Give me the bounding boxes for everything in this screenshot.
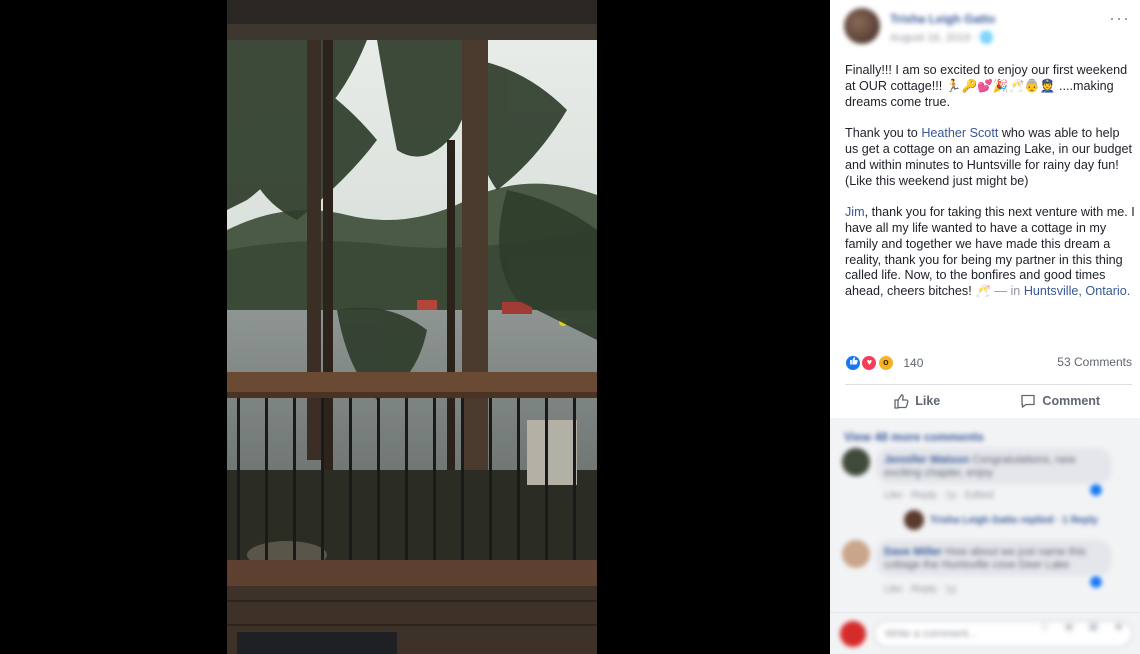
author-avatar[interactable] <box>844 8 880 44</box>
paragraph-text: Thank you to <box>845 126 922 141</box>
post-actions: Like Comment <box>845 384 1132 416</box>
mention-jim[interactable]: Jim <box>845 205 865 219</box>
mention-heather-scott[interactable]: Heather Scott <box>921 126 998 140</box>
comment-like-badge-icon[interactable] <box>1088 574 1104 590</box>
post-paragraph-3: Jim, thank you for taking this next vent… <box>845 205 1135 300</box>
like-icon[interactable] <box>845 354 861 371</box>
reactions-bar: ♥ o 140 53 Comments <box>845 354 1132 372</box>
like-button[interactable]: Like <box>845 385 989 416</box>
more-options-icon[interactable]: ··· <box>1109 8 1130 29</box>
comments-count[interactable]: 53 Comments <box>1057 355 1132 369</box>
comment-label: Comment <box>1042 393 1101 408</box>
commenter-name[interactable]: Dave Miller <box>884 546 942 558</box>
commenter-avatar[interactable] <box>842 448 870 476</box>
comment-text: Dave Miller How about we just name this … <box>884 546 1106 572</box>
comment-text: Jennifer Watson Congratulations, new exc… <box>884 454 1106 480</box>
author-name[interactable]: Trisha Leigh Gatto <box>890 12 995 26</box>
post-text: Finally!!! I am so excited to enjoy our … <box>845 63 1135 316</box>
post-paragraph-2: Thank you to Heather Scott who was able … <box>845 126 1135 189</box>
comment-composer: Write a comment... ☺ ◉ ▣ ☻ <box>830 612 1140 654</box>
comment-button[interactable]: Comment <box>989 385 1133 416</box>
location-link[interactable]: Huntsville, Ontario. <box>1024 284 1130 298</box>
location-prefix: — in <box>994 284 1024 299</box>
cottage-lake-photo <box>227 0 597 654</box>
post-paragraph-1: Finally!!! I am so excited to enjoy our … <box>845 63 1128 109</box>
comment-meta[interactable]: Like · Reply · 1y · Edited <box>884 490 994 501</box>
comment-like-badge-icon[interactable] <box>1088 482 1104 498</box>
composer-icons[interactable]: ☺ ◉ ▣ ☻ <box>1038 619 1130 633</box>
photo-viewer[interactable] <box>0 0 830 654</box>
commenter-name[interactable]: Jennifer Watson <box>884 454 969 466</box>
wow-icon[interactable]: o <box>877 354 894 371</box>
post-photo[interactable] <box>227 0 597 654</box>
reply-author: Trisha Leigh Gatto replied <box>930 515 1054 526</box>
reply-author-avatar[interactable] <box>904 510 924 530</box>
current-user-avatar <box>840 621 866 647</box>
post-timestamp[interactable]: August 16, 2019 · 🌐 <box>890 31 994 44</box>
love-icon[interactable]: ♥ <box>861 354 878 371</box>
commenter-avatar[interactable] <box>842 540 870 568</box>
post-sidebar: Trisha Leigh Gatto August 16, 2019 · 🌐 ·… <box>830 0 1140 654</box>
reaction-count[interactable]: 140 <box>903 356 923 370</box>
thumbs-up-glyph <box>849 356 858 365</box>
comment-outline-icon <box>1021 394 1036 408</box>
view-more-comments-link[interactable]: View 48 more comments <box>844 430 984 444</box>
reply-link[interactable]: Trisha Leigh Gatto replied · 1 Reply <box>930 515 1098 526</box>
like-outline-icon <box>894 393 909 409</box>
like-label: Like <box>915 393 941 408</box>
post-header: Trisha Leigh Gatto August 16, 2019 · 🌐 ·… <box>830 0 1140 52</box>
reply-count: · 1 Reply <box>1056 515 1098 526</box>
comment-meta[interactable]: Like · Reply · 1y <box>884 584 956 595</box>
